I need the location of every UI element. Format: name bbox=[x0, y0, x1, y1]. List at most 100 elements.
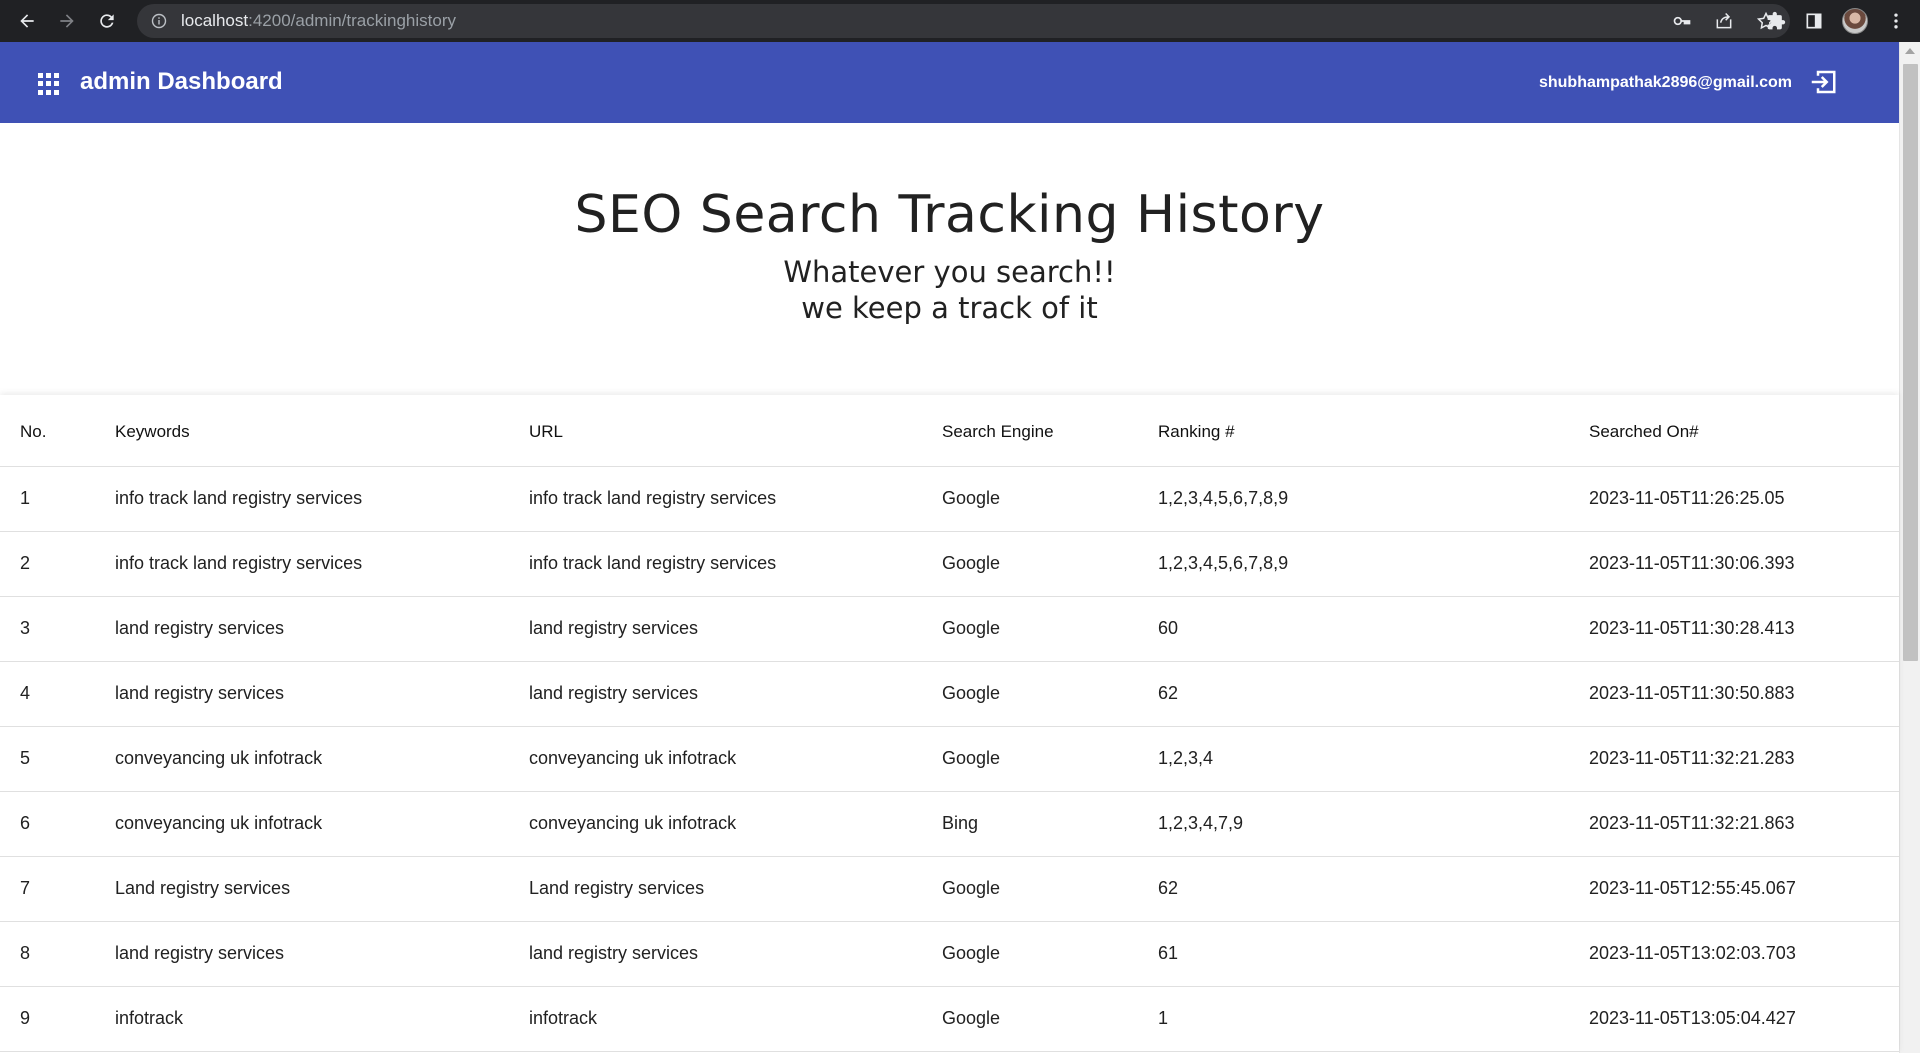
cell-search-engine: Google bbox=[942, 726, 1158, 792]
key-icon[interactable] bbox=[1672, 11, 1692, 31]
cell-keywords: infotrack bbox=[115, 986, 529, 1052]
page-subtitle-line2: we keep a track of it bbox=[801, 291, 1098, 325]
cell-keywords: conveyancing uk infotrack bbox=[115, 791, 529, 857]
cell-searched-on: 2023-11-05T11:30:28.413 bbox=[1589, 596, 1899, 662]
url-path: :4200/admin/trackinghistory bbox=[248, 11, 456, 30]
cell-no: 7 bbox=[0, 856, 115, 922]
address-bar[interactable]: localhost:4200/admin/trackinghistory bbox=[137, 4, 1790, 38]
cell-no: 8 bbox=[0, 921, 115, 987]
reload-icon bbox=[100, 14, 114, 28]
table-row: 7 Land registry services Land registry s… bbox=[0, 856, 1899, 922]
cell-no: 2 bbox=[0, 531, 115, 597]
table-header-row: No. Keywords URL Search Engine Ranking #… bbox=[0, 395, 1899, 467]
cell-url: info track land registry services bbox=[529, 466, 942, 532]
cell-keywords: land registry services bbox=[115, 661, 529, 727]
cell-keywords: conveyancing uk infotrack bbox=[115, 726, 529, 792]
cell-url: Land registry services bbox=[529, 856, 942, 922]
tracking-history-table: No. Keywords URL Search Engine Ranking #… bbox=[0, 395, 1899, 1052]
table-row: 5 conveyancing uk infotrack conveyancing… bbox=[0, 726, 1899, 792]
cell-keywords: Land registry services bbox=[115, 856, 529, 922]
cell-no: 9 bbox=[0, 986, 115, 1052]
cell-searched-on: 2023-11-05T13:05:04.427 bbox=[1589, 986, 1899, 1052]
cell-ranking: 1,2,3,4,5,6,7,8,9 bbox=[1158, 466, 1589, 532]
cell-searched-on: 2023-11-05T13:02:03.703 bbox=[1589, 921, 1899, 987]
table-row: 3 land registry services land registry s… bbox=[0, 596, 1899, 662]
logout-icon bbox=[1811, 70, 1836, 94]
table-row: 1 info track land registry services info… bbox=[0, 466, 1899, 532]
cell-searched-on: 2023-11-05T12:55:45.067 bbox=[1589, 856, 1899, 922]
cell-url: land registry services bbox=[529, 661, 942, 727]
cell-no: 1 bbox=[0, 466, 115, 532]
user-email: shubhampathak2896@gmail.com bbox=[1538, 74, 1792, 91]
apps-menu-icon[interactable] bbox=[38, 73, 60, 95]
page-subtitle-line1: Whatever you search!! bbox=[783, 255, 1116, 289]
cell-ranking: 61 bbox=[1158, 921, 1589, 987]
url-host: localhost bbox=[181, 11, 249, 30]
cell-url: conveyancing uk infotrack bbox=[529, 791, 942, 857]
table-row: 2 info track land registry services info… bbox=[0, 531, 1899, 597]
column-header-search-engine: Search Engine bbox=[942, 395, 1158, 467]
cell-no: 4 bbox=[0, 661, 115, 727]
cell-url: infotrack bbox=[529, 986, 942, 1052]
cell-searched-on: 2023-11-05T11:26:25.05 bbox=[1589, 466, 1899, 532]
reload-button[interactable] bbox=[87, 0, 127, 42]
tracking-history-table-card: No. Keywords URL Search Engine Ranking #… bbox=[0, 395, 1899, 1053]
cell-search-engine: Google bbox=[942, 531, 1158, 597]
back-button[interactable] bbox=[7, 0, 47, 42]
cell-ranking: 62 bbox=[1158, 856, 1589, 922]
cell-ranking: 1 bbox=[1158, 986, 1589, 1052]
scroll-thumb[interactable] bbox=[1903, 64, 1918, 661]
scroll-up-arrow-icon[interactable] bbox=[1905, 48, 1915, 54]
cell-searched-on: 2023-11-05T11:30:50.883 bbox=[1589, 661, 1899, 727]
cell-searched-on: 2023-11-05T11:32:21.283 bbox=[1589, 726, 1899, 792]
cell-ranking: 1,2,3,4,5,6,7,8,9 bbox=[1158, 531, 1589, 597]
cell-ranking: 1,2,3,4 bbox=[1158, 726, 1589, 792]
profile-avatar[interactable] bbox=[1842, 8, 1868, 34]
cell-search-engine: Google bbox=[942, 921, 1158, 987]
cell-searched-on: 2023-11-05T11:32:21.863 bbox=[1589, 791, 1899, 857]
forward-button[interactable] bbox=[47, 0, 87, 42]
cell-search-engine: Google bbox=[942, 466, 1158, 532]
arrow-right-icon bbox=[60, 14, 74, 28]
side-panel-icon[interactable] bbox=[1804, 11, 1824, 31]
cell-search-engine: Google bbox=[942, 661, 1158, 727]
cell-no: 5 bbox=[0, 726, 115, 792]
cell-keywords: info track land registry services bbox=[115, 466, 529, 532]
table-row: 6 conveyancing uk infotrack conveyancing… bbox=[0, 791, 1899, 857]
cell-ranking: 60 bbox=[1158, 596, 1589, 662]
hero-section: SEO Search Tracking History Whatever you… bbox=[0, 123, 1899, 395]
app-toolbar: admin Dashboard shubhampathak2896@gmail.… bbox=[0, 42, 1899, 123]
cell-search-engine: Google bbox=[942, 986, 1158, 1052]
cell-url: conveyancing uk infotrack bbox=[529, 726, 942, 792]
column-header-searched-on: Searched On# bbox=[1589, 395, 1899, 467]
cell-keywords: land registry services bbox=[115, 921, 529, 987]
column-header-ranking: Ranking # bbox=[1158, 395, 1589, 467]
cell-ranking: 1,2,3,4,7,9 bbox=[1158, 791, 1589, 857]
cell-search-engine: Bing bbox=[942, 791, 1158, 857]
share-icon[interactable] bbox=[1714, 11, 1734, 31]
app-title: admin Dashboard bbox=[80, 68, 283, 95]
cell-keywords: info track land registry services bbox=[115, 531, 529, 597]
cell-url: info track land registry services bbox=[529, 531, 942, 597]
extensions-icon[interactable] bbox=[1766, 11, 1786, 31]
table-row: 9 infotrack infotrack Google 1 2023-11-0… bbox=[0, 986, 1899, 1052]
arrow-left-icon bbox=[20, 14, 34, 28]
cell-search-engine: Google bbox=[942, 596, 1158, 662]
cell-search-engine: Google bbox=[942, 856, 1158, 922]
cell-searched-on: 2023-11-05T11:30:06.393 bbox=[1589, 531, 1899, 597]
cell-no: 3 bbox=[0, 596, 115, 662]
column-header-url: URL bbox=[529, 395, 942, 467]
info-icon[interactable] bbox=[151, 13, 167, 29]
cell-no: 6 bbox=[0, 791, 115, 857]
cell-keywords: land registry services bbox=[115, 596, 529, 662]
logout-button[interactable] bbox=[1807, 66, 1839, 98]
column-header-keywords: Keywords bbox=[115, 395, 529, 467]
browser-chrome: localhost:4200/admin/trackinghistory bbox=[0, 0, 1920, 42]
cell-url: land registry services bbox=[529, 921, 942, 987]
cell-url: land registry services bbox=[529, 596, 942, 662]
more-vert-icon[interactable] bbox=[1886, 11, 1906, 31]
cell-ranking: 62 bbox=[1158, 661, 1589, 727]
table-row: 4 land registry services land registry s… bbox=[0, 661, 1899, 727]
page-scrollbar[interactable] bbox=[1899, 42, 1920, 1053]
table-row: 8 land registry services land registry s… bbox=[0, 921, 1899, 987]
